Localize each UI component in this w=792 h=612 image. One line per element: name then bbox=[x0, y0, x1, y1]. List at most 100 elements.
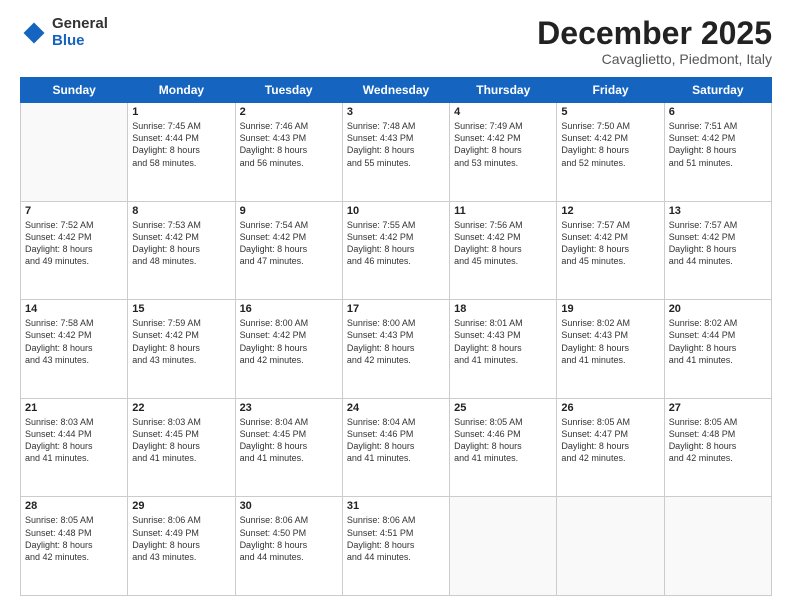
day-info: Sunrise: 8:06 AMSunset: 4:50 PMDaylight:… bbox=[240, 514, 338, 563]
day-info: Sunrise: 8:05 AMSunset: 4:46 PMDaylight:… bbox=[454, 416, 552, 465]
table-row: 15 Sunrise: 7:59 AMSunset: 4:42 PMDayligh… bbox=[128, 300, 235, 399]
day-number: 20 bbox=[669, 303, 767, 315]
logo-icon bbox=[20, 19, 48, 47]
calendar-week-row: 21Sunrise: 8:03 AMSunset: 4:44 PMDayligh… bbox=[21, 398, 772, 497]
day-number: 14 bbox=[25, 303, 123, 315]
day-number: 24 bbox=[347, 402, 445, 414]
day-info: Sunrise: 7:50 AMSunset: 4:42 PMDaylight:… bbox=[561, 120, 659, 169]
day-info: Sunrise: 8:00 AMSunset: 4:43 PMDaylight:… bbox=[347, 317, 445, 366]
day-info: Sunrise: 8:03 AMSunset: 4:44 PMDaylight:… bbox=[25, 416, 123, 465]
day-info: Sunrise: 7:56 AMSunset: 4:42 PMDaylight:… bbox=[454, 219, 552, 268]
table-row: 11 Sunrise: 7:56 AMSunset: 4:42 PMDayligh… bbox=[450, 201, 557, 300]
page: General Blue December 2025 Cavaglietto, … bbox=[0, 0, 792, 612]
day-info: Sunrise: 8:01 AMSunset: 4:43 PMDaylight:… bbox=[454, 317, 552, 366]
table-row: 12 Sunrise: 7:57 AMSunset: 4:42 PMDayligh… bbox=[557, 201, 664, 300]
day-info: Sunrise: 8:04 AMSunset: 4:46 PMDaylight:… bbox=[347, 416, 445, 465]
day-number: 22 bbox=[132, 402, 230, 414]
table-row: 2Sunrise: 7:46 AMSunset: 4:43 PMDaylight… bbox=[235, 103, 342, 202]
header-wednesday: Wednesday bbox=[342, 78, 449, 103]
day-info: Sunrise: 7:45 AMSunset: 4:44 PMDaylight:… bbox=[132, 120, 230, 169]
day-info: Sunrise: 7:57 AMSunset: 4:42 PMDaylight:… bbox=[561, 219, 659, 268]
table-row: 24 Sunrise: 8:04 AMSunset: 4:46 PMDayligh… bbox=[342, 398, 449, 497]
day-number: 6 bbox=[669, 106, 767, 118]
day-number: 15 bbox=[132, 303, 230, 315]
day-number: 23 bbox=[240, 402, 338, 414]
header-sunday: Sunday bbox=[21, 78, 128, 103]
day-info: Sunrise: 7:46 AMSunset: 4:43 PMDaylight:… bbox=[240, 120, 338, 169]
header-friday: Friday bbox=[557, 78, 664, 103]
header: General Blue December 2025 Cavaglietto, … bbox=[20, 16, 772, 67]
day-info: Sunrise: 7:52 AMSunset: 4:42 PMDaylight:… bbox=[25, 219, 123, 268]
table-row: 25 Sunrise: 8:05 AMSunset: 4:46 PMDayligh… bbox=[450, 398, 557, 497]
day-info: Sunrise: 8:03 AMSunset: 4:45 PMDaylight:… bbox=[132, 416, 230, 465]
day-info: Sunrise: 7:59 AMSunset: 4:42 PMDaylight:… bbox=[132, 317, 230, 366]
calendar-header-row: Sunday Monday Tuesday Wednesday Thursday… bbox=[21, 78, 772, 103]
calendar-week-row: 1Sunrise: 7:45 AMSunset: 4:44 PMDaylight… bbox=[21, 103, 772, 202]
table-row: 13 Sunrise: 7:57 AMSunset: 4:42 PMDayligh… bbox=[664, 201, 771, 300]
day-number: 13 bbox=[669, 205, 767, 217]
day-number: 28 bbox=[25, 500, 123, 512]
day-info: Sunrise: 8:05 AMSunset: 4:48 PMDaylight:… bbox=[669, 416, 767, 465]
table-row: 20 Sunrise: 8:02 AMSunset: 4:44 PMDayligh… bbox=[664, 300, 771, 399]
table-row: 7 Sunrise: 7:52 AMSunset: 4:42 PMDaylight… bbox=[21, 201, 128, 300]
day-info: Sunrise: 8:02 AMSunset: 4:44 PMDaylight:… bbox=[669, 317, 767, 366]
logo-text: General Blue bbox=[52, 16, 108, 49]
day-number: 10 bbox=[347, 205, 445, 217]
table-row: 1Sunrise: 7:45 AMSunset: 4:44 PMDaylight… bbox=[128, 103, 235, 202]
day-number: 31 bbox=[347, 500, 445, 512]
table-row: 6Sunrise: 7:51 AMSunset: 4:42 PMDaylight… bbox=[664, 103, 771, 202]
table-row: 26 Sunrise: 8:05 AMSunset: 4:47 PMDayligh… bbox=[557, 398, 664, 497]
table-row: 28 Sunrise: 8:05 AMSunset: 4:48 PMDayligh… bbox=[21, 497, 128, 596]
table-row bbox=[557, 497, 664, 596]
table-row: 27 Sunrise: 8:05 AMSunset: 4:48 PMDayligh… bbox=[664, 398, 771, 497]
day-info: Sunrise: 7:54 AMSunset: 4:42 PMDaylight:… bbox=[240, 219, 338, 268]
logo-general-text: General bbox=[52, 16, 108, 33]
table-row: 30 Sunrise: 8:06 AMSunset: 4:50 PMDayligh… bbox=[235, 497, 342, 596]
table-row: 9Sunrise: 7:54 AMSunset: 4:42 PMDaylight… bbox=[235, 201, 342, 300]
table-row: 29 Sunrise: 8:06 AMSunset: 4:49 PMDayligh… bbox=[128, 497, 235, 596]
table-row: 31 Sunrise: 8:06 AMSunset: 4:51 PMDayligh… bbox=[342, 497, 449, 596]
table-row: 14 Sunrise: 7:58 AMSunset: 4:42 PMDayligh… bbox=[21, 300, 128, 399]
day-number: 26 bbox=[561, 402, 659, 414]
day-info: Sunrise: 8:05 AMSunset: 4:48 PMDaylight:… bbox=[25, 514, 123, 563]
day-number: 5 bbox=[561, 106, 659, 118]
day-number: 30 bbox=[240, 500, 338, 512]
day-info: Sunrise: 8:04 AMSunset: 4:45 PMDaylight:… bbox=[240, 416, 338, 465]
day-number: 3 bbox=[347, 106, 445, 118]
day-number: 25 bbox=[454, 402, 552, 414]
title-block: December 2025 Cavaglietto, Piedmont, Ita… bbox=[537, 16, 772, 67]
day-info: Sunrise: 7:53 AMSunset: 4:42 PMDaylight:… bbox=[132, 219, 230, 268]
day-info: Sunrise: 8:00 AMSunset: 4:42 PMDaylight:… bbox=[240, 317, 338, 366]
table-row: 10Sunrise: 7:55 AMSunset: 4:42 PMDayligh… bbox=[342, 201, 449, 300]
header-thursday: Thursday bbox=[450, 78, 557, 103]
day-number: 7 bbox=[25, 205, 123, 217]
table-row: 21Sunrise: 8:03 AMSunset: 4:44 PMDayligh… bbox=[21, 398, 128, 497]
table-row: 8Sunrise: 7:53 AMSunset: 4:42 PMDaylight… bbox=[128, 201, 235, 300]
day-info: Sunrise: 7:57 AMSunset: 4:42 PMDaylight:… bbox=[669, 219, 767, 268]
day-number: 27 bbox=[669, 402, 767, 414]
day-number: 19 bbox=[561, 303, 659, 315]
logo-blue-text: Blue bbox=[52, 33, 108, 50]
header-saturday: Saturday bbox=[664, 78, 771, 103]
day-info: Sunrise: 7:48 AMSunset: 4:43 PMDaylight:… bbox=[347, 120, 445, 169]
header-monday: Monday bbox=[128, 78, 235, 103]
table-row: 23 Sunrise: 8:04 AMSunset: 4:45 PMDayligh… bbox=[235, 398, 342, 497]
day-number: 17 bbox=[347, 303, 445, 315]
day-info: Sunrise: 8:06 AMSunset: 4:51 PMDaylight:… bbox=[347, 514, 445, 563]
table-row bbox=[664, 497, 771, 596]
day-info: Sunrise: 7:58 AMSunset: 4:42 PMDaylight:… bbox=[25, 317, 123, 366]
table-row bbox=[450, 497, 557, 596]
calendar-table: Sunday Monday Tuesday Wednesday Thursday… bbox=[20, 77, 772, 596]
day-number: 18 bbox=[454, 303, 552, 315]
day-number: 16 bbox=[240, 303, 338, 315]
table-row: 18 Sunrise: 8:01 AMSunset: 4:43 PMDayligh… bbox=[450, 300, 557, 399]
month-title: December 2025 bbox=[537, 16, 772, 51]
day-info: Sunrise: 7:49 AMSunset: 4:42 PMDaylight:… bbox=[454, 120, 552, 169]
day-number: 12 bbox=[561, 205, 659, 217]
day-info: Sunrise: 8:06 AMSunset: 4:49 PMDaylight:… bbox=[132, 514, 230, 563]
day-info: Sunrise: 8:05 AMSunset: 4:47 PMDaylight:… bbox=[561, 416, 659, 465]
day-number: 11 bbox=[454, 205, 552, 217]
table-row: 5 Sunrise: 7:50 AMSunset: 4:42 PMDaylight… bbox=[557, 103, 664, 202]
day-number: 29 bbox=[132, 500, 230, 512]
table-row bbox=[21, 103, 128, 202]
